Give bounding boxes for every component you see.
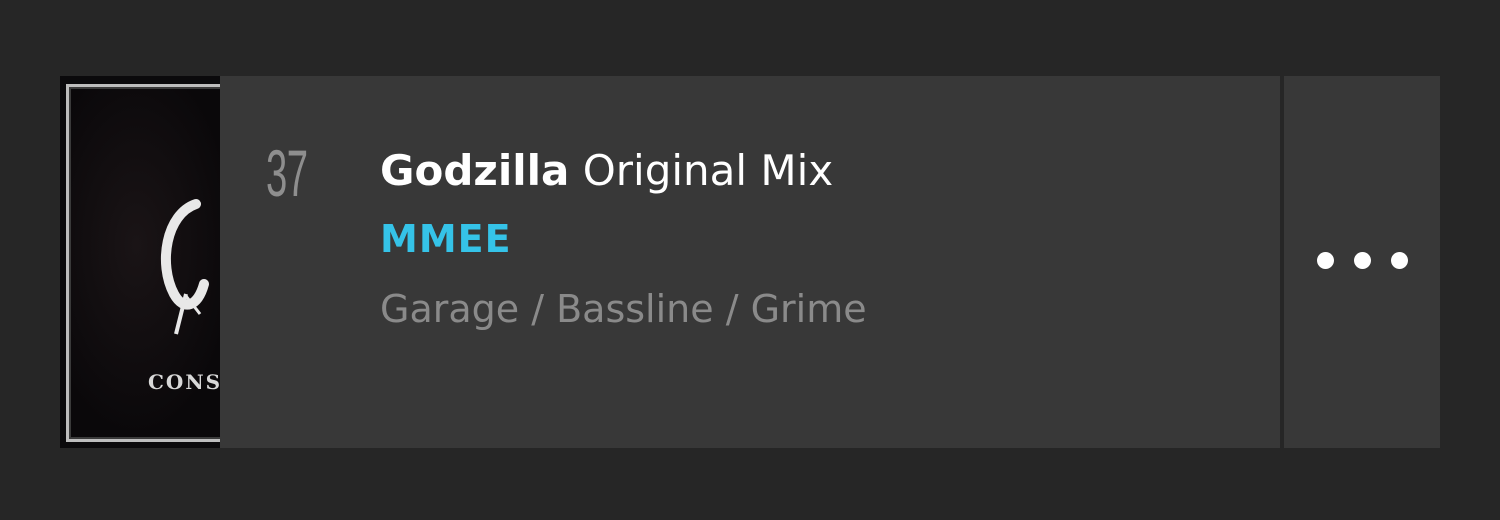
track-genre-link[interactable]: Garage / Bassline / Grime (380, 282, 867, 336)
track-number: 37 (266, 136, 308, 210)
track-info-panel[interactable]: 37 Godzilla Original Mix MMEE Garage / B… (220, 76, 1280, 448)
dot (1316, 251, 1334, 269)
artwork-logo-icon (160, 199, 209, 335)
track-title-line[interactable]: Godzilla Original Mix (380, 144, 867, 198)
track-meta: Godzilla Original Mix MMEE Garage / Bass… (380, 144, 867, 336)
album-artwork[interactable]: CONS (60, 76, 220, 448)
artwork-text: CONS (148, 370, 220, 394)
track-row[interactable]: CONS 37 Godzilla Original Mix MMEE Garag… (60, 76, 1440, 448)
dot (1353, 251, 1371, 269)
more-options-button[interactable] (1284, 76, 1440, 448)
track-artist-link[interactable]: MMEE (380, 212, 867, 266)
more-horizontal-icon[interactable] (1316, 251, 1408, 269)
track-title[interactable]: Godzilla (380, 146, 569, 195)
dot (1390, 251, 1408, 269)
track-mix: Original Mix (582, 146, 834, 195)
